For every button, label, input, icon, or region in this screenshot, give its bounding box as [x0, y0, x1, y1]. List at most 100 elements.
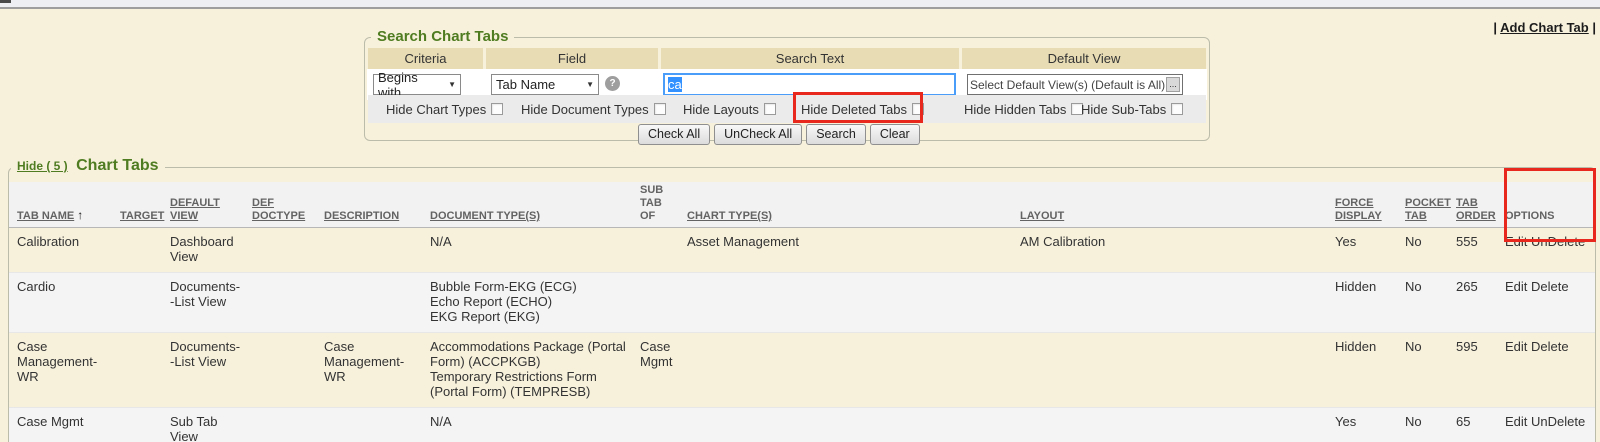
add-chart-tab-area: | Add Chart Tab | — [1493, 20, 1596, 35]
chart-tabs-title: Chart Tabs — [76, 157, 158, 174]
cell-force-display: Hidden — [1327, 273, 1397, 333]
field-dropdown-value: Tab Name — [496, 77, 555, 92]
table-row: Calibration Dashboard View N/A Asset Man… — [9, 228, 1595, 273]
cell-default-view: Documents--List View — [162, 273, 244, 333]
edit-link[interactable]: Edit — [1505, 339, 1527, 354]
search-text-input[interactable]: ca — [663, 73, 956, 96]
col-header-force-display[interactable]: FORCE DISPLAY — [1327, 182, 1397, 228]
criteria-dropdown[interactable]: Begins with ▼ — [373, 74, 461, 95]
cell-default-view: Dashboard View — [162, 228, 244, 273]
cell-description — [316, 273, 422, 333]
cell-default-view: Documents--List View — [162, 333, 244, 408]
col-header-target[interactable]: TARGET — [112, 182, 162, 228]
edit-link[interactable]: Edit — [1505, 234, 1527, 249]
delete-link[interactable]: Delete — [1531, 339, 1569, 354]
cell-description — [316, 408, 422, 442]
clear-button[interactable]: Clear — [870, 124, 920, 145]
hide-deleted-tabs-checkbox[interactable] — [912, 103, 924, 115]
hide-chart-types-label: Hide Chart Types — [386, 102, 486, 117]
hide-chart-types-checkbox[interactable] — [491, 103, 503, 115]
hide-hidden-tabs-label: Hide Hidden Tabs — [964, 102, 1066, 117]
hide-layouts-checkbox[interactable] — [764, 103, 776, 115]
cell-def-doctype — [244, 333, 316, 408]
chart-tabs-table: TAB NAME↑ TARGET DEFAULT VIEW DEF DOCTYP… — [9, 182, 1595, 442]
undelete-link[interactable]: UnDelete — [1531, 414, 1585, 429]
chart-tabs-panel: Hide ( 5 ) Chart Tabs TAB NAME↑ TARGET D… — [8, 167, 1596, 442]
table-row: Case Management-WR Documents--List View … — [9, 333, 1595, 408]
cell-options: Edit UnDelete — [1497, 228, 1595, 273]
cell-sub-tab-of — [632, 228, 679, 273]
chevron-down-icon: ▼ — [442, 80, 456, 89]
default-view-picker[interactable]: Select Default View(s) (Default is All) … — [967, 74, 1183, 95]
cell-options: Edit Delete — [1497, 333, 1595, 408]
cell-document-types: N/A — [422, 228, 632, 273]
hide-sub-tabs-label: Hide Sub-Tabs — [1081, 102, 1166, 117]
sort-ascending-icon: ↑ — [77, 209, 83, 222]
hide-layouts-option: Hide Layouts — [683, 95, 776, 123]
chevron-down-icon: ▼ — [580, 80, 594, 89]
cell-description — [316, 228, 422, 273]
hide-hidden-tabs-option: Hide Hidden Tabs — [964, 95, 1083, 123]
col-header-chart-types[interactable]: CHART TYPE(S) — [679, 182, 1012, 228]
col-header-description[interactable]: DESCRIPTION — [316, 182, 422, 228]
undelete-link[interactable]: UnDelete — [1531, 234, 1585, 249]
hide-sub-tabs-option: Hide Sub-Tabs — [1081, 95, 1183, 123]
search-buttons-row: Check All UnCheck All Search Clear — [638, 124, 920, 146]
col-header-tab-name[interactable]: TAB NAME↑ — [9, 182, 112, 228]
hide-deleted-tabs-label: Hide Deleted Tabs — [801, 102, 907, 117]
search-button[interactable]: Search — [806, 124, 866, 145]
cell-def-doctype — [244, 228, 316, 273]
edit-link[interactable]: Edit — [1505, 279, 1527, 294]
hide-filters-row: Hide Chart Types Hide Document Types Hid… — [368, 95, 1206, 123]
col-header-layout[interactable]: LAYOUT — [1012, 182, 1327, 228]
hide-count-link[interactable]: Hide ( 5 ) — [17, 159, 68, 173]
cell-pocket-tab: No — [1397, 273, 1448, 333]
hide-sub-tabs-checkbox[interactable] — [1171, 103, 1183, 115]
cell-target — [112, 228, 162, 273]
col-header-def-doctype[interactable]: DEF DOCTYPE — [244, 182, 316, 228]
top-divider-line — [0, 7, 1600, 9]
hide-chart-types-option: Hide Chart Types — [386, 95, 503, 123]
cell-tab-order: 595 — [1448, 333, 1497, 408]
cell-document-types: N/A — [422, 408, 632, 442]
cell-description: Case Management-WR — [316, 333, 422, 408]
search-panel-title: Search Chart Tabs — [371, 28, 514, 46]
cell-target — [112, 408, 162, 442]
cell-layout: AM Calibration — [1012, 228, 1327, 273]
help-icon[interactable]: ? — [605, 76, 620, 91]
default-view-picker-label: Select Default View(s) (Default is All) — [970, 78, 1165, 92]
cell-chart-types — [679, 333, 1012, 408]
cell-tab-name: Cardio — [9, 273, 112, 333]
cell-tab-name: Calibration — [9, 228, 112, 273]
cell-sub-tab-of: Case Mgmt — [632, 333, 679, 408]
browser-top-strip — [0, 0, 1600, 7]
cell-sub-tab-of — [632, 408, 679, 442]
default-view-column-header: Default View — [962, 48, 1206, 69]
col-header-default-view[interactable]: DEFAULT VIEW — [162, 182, 244, 228]
cell-def-doctype — [244, 273, 316, 333]
hide-document-types-checkbox[interactable] — [654, 103, 666, 115]
cell-pocket-tab: No — [1397, 333, 1448, 408]
cell-force-display: Yes — [1327, 228, 1397, 273]
field-column-header: Field — [486, 48, 658, 69]
check-all-button[interactable]: Check All — [638, 124, 710, 145]
delete-link[interactable]: Delete — [1531, 279, 1569, 294]
pipe-left: | — [1493, 20, 1497, 35]
col-header-pocket-tab[interactable]: POCKET TAB — [1397, 182, 1448, 228]
cell-target — [112, 333, 162, 408]
add-chart-tab-link[interactable]: Add Chart Tab — [1500, 20, 1589, 35]
cell-options: Edit Delete — [1497, 273, 1595, 333]
cell-target — [112, 273, 162, 333]
search-text-column-header: Search Text — [661, 48, 959, 69]
cell-pocket-tab: No — [1397, 408, 1448, 442]
table-row: Cardio Documents--List View Bubble Form-… — [9, 273, 1595, 333]
criteria-column-header: Criteria — [368, 48, 483, 69]
cell-tab-name: Case Management-WR — [9, 333, 112, 408]
col-header-document-types[interactable]: DOCUMENT TYPE(S) — [422, 182, 632, 228]
col-header-tab-order[interactable]: TAB ORDER — [1448, 182, 1497, 228]
search-input-selected-text: ca — [668, 77, 682, 92]
edit-link[interactable]: Edit — [1505, 414, 1527, 429]
uncheck-all-button[interactable]: UnCheck All — [714, 124, 802, 145]
cell-force-display: Yes — [1327, 408, 1397, 442]
field-dropdown[interactable]: Tab Name ▼ — [491, 74, 599, 95]
